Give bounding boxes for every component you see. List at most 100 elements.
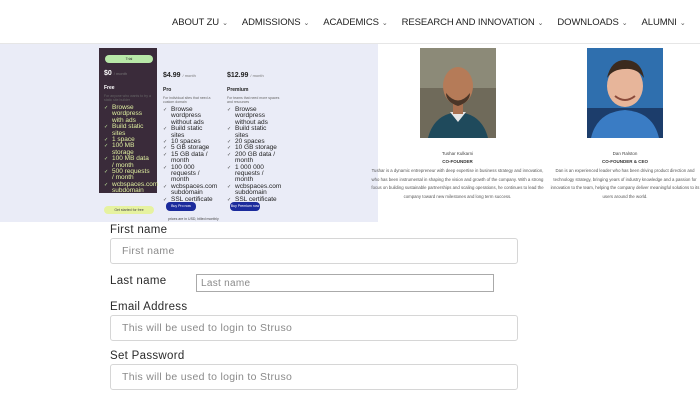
feature-text: wcbspaces.com subdomain: [171, 182, 218, 197]
feature-list: ✓ Browse wordpress with ads ✓ Build static…: [104, 104, 158, 195]
check-icon: ✓: [104, 105, 109, 111]
top-navigation: ABOUT ZU ⌄ ADMISSIONS ⌄ ACADEMICS ⌄ RESEARC…: [0, 0, 700, 44]
get-started-free-button[interactable]: Get started for free: [104, 206, 154, 214]
feature-text: 500 requests / month: [112, 168, 150, 182]
feature-item: ✓ Browse wordpress without ads: [163, 106, 217, 126]
plan-price: $4.99 / month: [163, 72, 217, 79]
last-name-input[interactable]: [196, 274, 494, 292]
price-period: / month: [182, 73, 196, 78]
check-icon: ✓: [104, 124, 109, 131]
plan-card-pro: $4.99 / month Pro For individual sites t…: [158, 48, 222, 218]
founder-role: CO-FOUNDER: [442, 159, 473, 164]
founder-role: CO-FOUNDER & CEO: [602, 159, 648, 164]
feature-item: ✓ 200 GB data / month: [227, 150, 281, 165]
nav-item-label: DOWNLOADS: [557, 17, 619, 28]
chevron-down-icon: ⌄: [537, 19, 544, 27]
plan-card-premium: $12.99 / month Premium For teams that ne…: [222, 48, 286, 218]
check-icon: ✓: [163, 126, 168, 133]
feature-item: ✓ 500 requests / month: [104, 168, 152, 182]
founder-name: Dan Ralston: [612, 151, 638, 156]
feature-text: Browse wordpress without ads: [235, 106, 268, 126]
nav-item-label: ADMISSIONS: [241, 17, 301, 28]
founder-card: Dan Ralston CO-FOUNDER & CEO Dan is an e…: [550, 48, 700, 202]
nav-item-label: ACADEMICS: [323, 17, 379, 28]
chevron-down-icon: ⌄: [303, 19, 310, 27]
pricing-footnote: prices are in USD, billed monthly: [168, 217, 219, 221]
price-amount: $12.99: [227, 72, 249, 79]
founder-portrait-image: [419, 48, 496, 138]
check-icon: ✓: [104, 181, 109, 188]
founder-portrait-image: [587, 48, 663, 138]
nav-item-alumni[interactable]: ALUMNI ⌄: [642, 17, 686, 28]
pricing-panel: Trial $0 / month Free For anyone who wan…: [0, 44, 378, 222]
nav-menu: ABOUT ZU ⌄ ADMISSIONS ⌄ ACADEMICS ⌄ RESEARC…: [172, 17, 686, 28]
founder-photo: [419, 48, 496, 138]
nav-item-admissions[interactable]: ADMISSIONS ⌄: [241, 17, 310, 28]
password-input[interactable]: [110, 364, 518, 390]
email-input[interactable]: [110, 315, 518, 341]
feature-item: ✓ 1 000 000 requests / month: [227, 163, 281, 184]
check-icon: ✓: [227, 183, 232, 190]
founder-bio: Tushar is a dynamic entrepreneur with de…: [371, 168, 544, 200]
buy-pro-button[interactable]: Buy Pro now: [166, 202, 196, 211]
plan-price: $12.99 / month: [227, 72, 281, 79]
feature-item: ✓ Browse wordpress with ads: [104, 104, 152, 124]
price-amount: $0: [104, 70, 112, 77]
nav-item-label: ABOUT ZU: [172, 17, 220, 28]
check-icon: ✓: [227, 151, 232, 158]
nav-item-academics[interactable]: ACADEMICS ⌄: [323, 17, 387, 28]
check-icon: ✓: [227, 126, 232, 133]
price-period: / month: [250, 73, 264, 78]
plan-price: $0 / month: [104, 70, 152, 77]
feature-list: ✓ Browse wordpress without ads ✓ Build sta…: [163, 106, 218, 203]
feature-text: 15 GB data / month: [171, 150, 208, 165]
feature-text: wcbspaces.com subdomain: [235, 182, 282, 197]
check-icon: ✓: [163, 107, 168, 113]
plan-card-free: Trial $0 / month Free For anyone who wan…: [99, 48, 158, 195]
price-period: / month: [113, 71, 128, 76]
plan-description: For individual sites that need a custom …: [163, 96, 211, 104]
feature-text: Browse wordpress with ads: [112, 104, 142, 124]
check-icon: ✓: [163, 183, 168, 190]
founder-name: Tushar Kulkarni: [441, 151, 474, 156]
email-label: Email Address: [110, 301, 188, 313]
check-icon: ✓: [104, 143, 109, 150]
first-name-label: First name: [110, 224, 168, 236]
chevron-down-icon: ⌄: [679, 19, 686, 27]
founder-photo: [587, 48, 663, 138]
check-icon: ✓: [163, 151, 168, 158]
feature-item: ✓ 100 000 requests / month: [163, 163, 217, 184]
first-name-input[interactable]: [110, 238, 518, 264]
plan-description: For anyone who wants to try a static sit…: [104, 94, 151, 102]
feature-text: Browse wordpress without ads: [171, 106, 204, 126]
last-name-label: Last name: [110, 275, 167, 287]
trial-badge: Trial: [105, 55, 153, 63]
password-label: Set Password: [110, 350, 185, 362]
feature-item: ✓ wcbspaces.com subdomain: [163, 182, 218, 197]
feature-text: 100 000 requests / month: [171, 163, 200, 184]
chevron-down-icon: ⌄: [621, 19, 628, 27]
plan-name: Free: [104, 85, 115, 91]
chevron-down-icon: ⌄: [381, 19, 388, 27]
founder-card: Tushar Kulkarni CO-FOUNDER Tushar is a d…: [370, 48, 545, 202]
signup-form: First name Last name Email Address Set P…: [92, 222, 532, 400]
check-icon: ✓: [227, 164, 232, 171]
plan-name: Premium: [227, 87, 249, 93]
feature-item: ✓ 15 GB data / month: [163, 150, 217, 165]
check-icon: ✓: [163, 164, 168, 171]
nav-item-downloads[interactable]: DOWNLOADS ⌄: [557, 17, 627, 28]
nav-item-about[interactable]: ABOUT ZU ⌄: [172, 17, 228, 28]
nav-item-label: RESEARCH AND INNOVATION: [401, 17, 535, 28]
feature-list: ✓ Browse wordpress without ads ✓ Build sta…: [227, 106, 282, 203]
chevron-down-icon: ⌄: [222, 19, 228, 27]
check-icon: ✓: [104, 169, 109, 176]
feature-text: 200 GB data / month: [235, 150, 276, 165]
plan-name: Pro: [163, 87, 172, 93]
nav-item-research[interactable]: RESEARCH AND INNOVATION ⌄: [402, 17, 544, 28]
feature-item: ✓ wcbspaces.com subdomain: [104, 181, 158, 195]
feature-item: ✓ wcbspaces.com subdomain: [227, 182, 282, 197]
feature-text: wcbspaces.com subdomain: [112, 180, 159, 195]
feature-text: 1 000 000 requests / month: [235, 163, 264, 184]
buy-premium-button[interactable]: Buy Premium now: [230, 202, 260, 211]
price-amount: $4.99: [163, 72, 181, 79]
